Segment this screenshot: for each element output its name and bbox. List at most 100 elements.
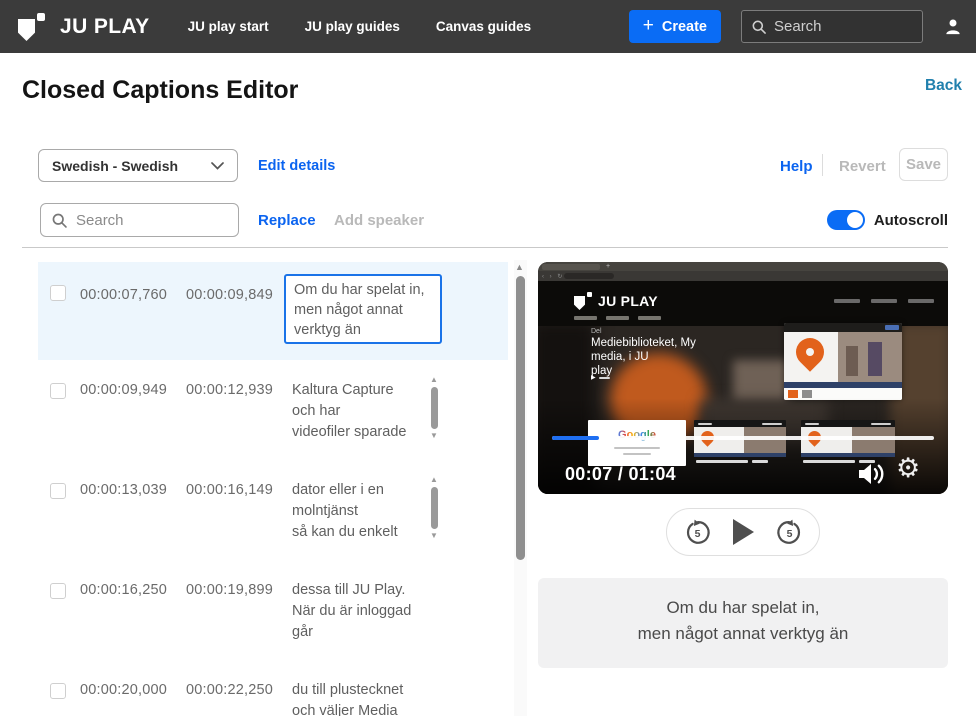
caption-row: 00:00:07,760 00:00:09,849 Om du har spel…: [38, 262, 508, 360]
top-navbar: JU PLAY JU play start JU play guides Can…: [0, 0, 976, 53]
video-site-brand: JU PLAY: [598, 293, 658, 309]
rewind-seconds-label: 5: [694, 528, 700, 540]
caption-text-editor[interactable]: Om du har spelat in, men något annat ver…: [284, 274, 442, 344]
create-button[interactable]: + Create: [629, 10, 721, 43]
toggle-knob: [847, 212, 863, 228]
timeline-thumbnail: [801, 420, 895, 466]
autoscroll-toggle[interactable]: [827, 210, 865, 230]
play-button[interactable]: [733, 519, 754, 545]
replace-button[interactable]: Replace: [258, 212, 316, 229]
plus-icon: +: [643, 16, 654, 35]
nav-link-ju-play-start[interactable]: JU play start: [188, 19, 269, 34]
caption-end-time[interactable]: 00:00:09,849: [186, 287, 273, 303]
video-browser-nav-arrows: ‹ › ↻: [542, 273, 564, 280]
caption-text[interactable]: Kaltura Capture och har videofiler spara…: [292, 380, 424, 443]
video-site-header: JU PLAY: [538, 281, 948, 326]
mini-scroll-thumb[interactable]: [431, 487, 438, 529]
captions-search-box: [40, 203, 239, 237]
navbar-search-input[interactable]: [774, 18, 904, 35]
captions-scrollbar[interactable]: ▲: [514, 260, 527, 716]
scroll-down-icon[interactable]: ▼: [430, 531, 438, 541]
autoscroll-label: Autoscroll: [874, 212, 948, 229]
navbar-links: JU play start JU play guides Canvas guid…: [188, 19, 532, 34]
video-play-badge: ▶: [591, 374, 610, 381]
search-icon: [751, 19, 767, 35]
playback-controls: 5 5: [666, 508, 820, 556]
caption-preview-box: Om du har spelat in, men något annat ver…: [538, 578, 948, 668]
edit-details-link[interactable]: Edit details: [258, 158, 335, 174]
nav-link-canvas-guides[interactable]: Canvas guides: [436, 19, 531, 34]
caption-start-time[interactable]: 00:00:07,760: [80, 287, 167, 303]
video-browser-tabbar: +: [538, 262, 948, 271]
language-select[interactable]: Swedish - Swedish: [38, 149, 238, 182]
ju-logo-body: [18, 19, 35, 41]
video-browser-newtab: +: [606, 263, 610, 271]
scrollbar-thumb[interactable]: [516, 276, 525, 560]
caption-checkbox[interactable]: [50, 383, 66, 399]
back-link[interactable]: Back: [925, 77, 962, 95]
caption-row: 00:00:16,250 00:00:19,899 dessa till JU …: [38, 571, 508, 663]
play-icon: ▶: [591, 374, 596, 381]
timeline-thumbnail: [694, 420, 786, 466]
caption-start-time[interactable]: 00:00:20,000: [80, 682, 167, 698]
forward-5-button[interactable]: 5: [776, 519, 803, 546]
scroll-up-icon[interactable]: ▲: [430, 375, 438, 385]
volume-icon[interactable]: [856, 461, 886, 487]
video-header-meta: [834, 299, 934, 303]
video-title-text: Mediebiblioteket, My media, i JU play: [591, 336, 727, 378]
caption-text[interactable]: dessa till JU Play. När du är inloggad g…: [292, 580, 424, 643]
user-icon[interactable]: [943, 17, 963, 37]
caption-checkbox[interactable]: [50, 583, 66, 599]
video-browser-addressbar: ‹ › ↻: [538, 271, 948, 281]
play-icon: [733, 519, 754, 545]
caption-end-time[interactable]: 00:00:22,250: [186, 682, 273, 698]
autoscroll-control: Autoscroll: [827, 210, 948, 230]
caption-mini-scrollbar: ▲ ▼: [428, 475, 440, 547]
ju-logo-icon[interactable]: [18, 11, 45, 42]
rewind-5-button[interactable]: 5: [684, 519, 711, 546]
add-speaker-button[interactable]: Add speaker: [334, 212, 424, 229]
caption-start-time[interactable]: 00:00:13,039: [80, 482, 167, 498]
nav-link-ju-play-guides[interactable]: JU play guides: [305, 19, 400, 34]
scroll-up-icon[interactable]: ▲: [515, 262, 524, 272]
navbar-search-box: [741, 10, 923, 43]
video-ju-logo-icon: [574, 291, 593, 311]
page-title: Closed Captions Editor: [22, 76, 298, 105]
create-button-label: Create: [662, 19, 707, 35]
video-player[interactable]: + ‹ › ↻ JU PLAY Del Mediebiblioteket, My…: [538, 262, 948, 494]
caption-end-time[interactable]: 00:00:16,149: [186, 482, 273, 498]
caption-start-time[interactable]: 00:00:16,250: [80, 582, 167, 598]
video-header-nav: [574, 316, 661, 320]
save-button[interactable]: Save: [899, 148, 948, 181]
video-browser-tab: [542, 264, 600, 270]
caption-checkbox[interactable]: [50, 483, 66, 499]
mini-scroll-thumb[interactable]: [431, 387, 438, 429]
player-progress-bar[interactable]: [552, 436, 934, 440]
settings-gear-icon[interactable]: ⚙: [896, 455, 920, 482]
player-time-display: 00:07 / 01:04: [565, 464, 676, 485]
orange-pin-icon: [790, 332, 830, 372]
video-chapter-label: Del: [591, 328, 602, 335]
video-browser-url: [564, 273, 614, 279]
help-link[interactable]: Help: [780, 158, 813, 175]
caption-end-time[interactable]: 00:00:12,939: [186, 382, 273, 398]
brand-title[interactable]: JU PLAY: [60, 15, 150, 39]
caption-checkbox[interactable]: [50, 285, 66, 301]
video-blur-shape: [733, 360, 790, 402]
scroll-down-icon[interactable]: ▼: [430, 431, 438, 441]
ju-logo-dot: [37, 13, 45, 21]
caption-end-time[interactable]: 00:00:19,899: [186, 582, 273, 598]
captions-search-input[interactable]: [76, 212, 216, 229]
section-divider: [22, 247, 948, 248]
video-screenshot-card: [784, 323, 902, 400]
language-select-value: Swedish - Swedish: [52, 158, 178, 174]
revert-button[interactable]: Revert: [839, 158, 886, 175]
scroll-up-icon[interactable]: ▲: [430, 475, 438, 485]
caption-checkbox[interactable]: [50, 683, 66, 699]
caption-preview-text: Om du har spelat in, men något annat ver…: [538, 578, 948, 647]
caption-text[interactable]: du till plustecknet och väljer Media: [292, 680, 424, 716]
timeline-thumbnail-google: Google: [588, 420, 686, 466]
caption-mini-scrollbar: ▲ ▼: [428, 375, 440, 447]
caption-start-time[interactable]: 00:00:09,949: [80, 382, 167, 398]
caption-text[interactable]: dator eller i en molntjänst så kan du en…: [292, 480, 424, 543]
